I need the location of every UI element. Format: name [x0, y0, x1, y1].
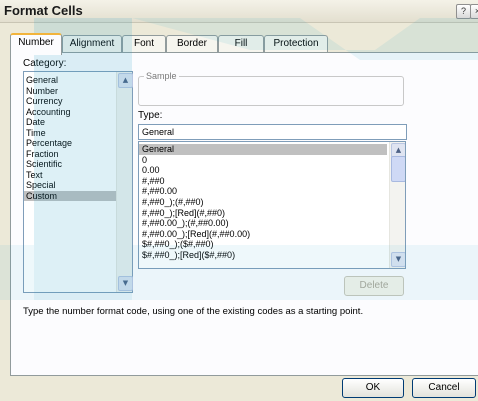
help-icon[interactable]: ? — [456, 4, 471, 19]
tab-border[interactable]: Border — [166, 35, 218, 52]
type-list-item[interactable]: $#,##0_);[Red]($#,##0) — [139, 250, 387, 261]
scroll-down-icon[interactable]: ▼ — [391, 252, 405, 267]
sample-legend: Sample — [144, 71, 179, 81]
category-scrollbar[interactable]: ▲ ▼ — [116, 72, 133, 292]
type-list[interactable]: General 0 0.00 #,##0 #,##0.00 #,##0_);(#,##0)… — [138, 141, 406, 269]
category-label: Category: — [23, 58, 67, 69]
type-list-item[interactable]: 0.00 — [139, 165, 387, 176]
ok-button[interactable]: OK — [342, 378, 404, 398]
type-list-item[interactable]: #,##0_);(#,##0) — [139, 197, 387, 208]
tab-fill[interactable]: Fill — [218, 35, 264, 52]
tab-protection[interactable]: Protection — [264, 35, 328, 52]
hint-text: Type the number format code, using one o… — [23, 306, 364, 317]
category-list[interactable]: General Number Currency Accounting Date Time P… — [23, 71, 133, 293]
scroll-down-icon[interactable]: ▼ — [118, 276, 133, 291]
tab-number[interactable]: Number — [10, 33, 62, 55]
type-input[interactable]: General — [138, 124, 407, 140]
type-list-item[interactable]: $#,##0_);($#,##0) — [139, 239, 387, 250]
type-list-item[interactable]: #,##0_);[Red](#,##0) — [139, 208, 387, 219]
window-title: Format Cells — [4, 3, 83, 18]
tab-font[interactable]: Font — [122, 35, 166, 52]
scroll-up-icon[interactable]: ▲ — [118, 73, 133, 88]
tab-alignment[interactable]: Alignment — [62, 35, 122, 52]
cancel-button[interactable]: Cancel — [412, 378, 476, 398]
scroll-thumb[interactable] — [391, 156, 405, 182]
type-label: Type: — [138, 110, 163, 121]
type-list-item[interactable]: #,##0 — [139, 176, 387, 187]
type-list-item[interactable]: #,##0.00_);(#,##0.00) — [139, 218, 387, 229]
type-list-item[interactable]: 0 — [139, 155, 387, 166]
type-list-item[interactable]: General — [139, 144, 387, 155]
type-list-item[interactable]: #,##0.00 — [139, 186, 387, 197]
type-list-item[interactable]: #,##0.00_);[Red](#,##0.00) — [139, 229, 387, 240]
delete-button[interactable]: Delete — [344, 276, 404, 296]
title-bar[interactable]: Format Cells ? × — [0, 0, 478, 23]
close-icon[interactable]: × — [470, 4, 478, 19]
type-scrollbar[interactable]: ▲ ▼ — [389, 142, 405, 268]
